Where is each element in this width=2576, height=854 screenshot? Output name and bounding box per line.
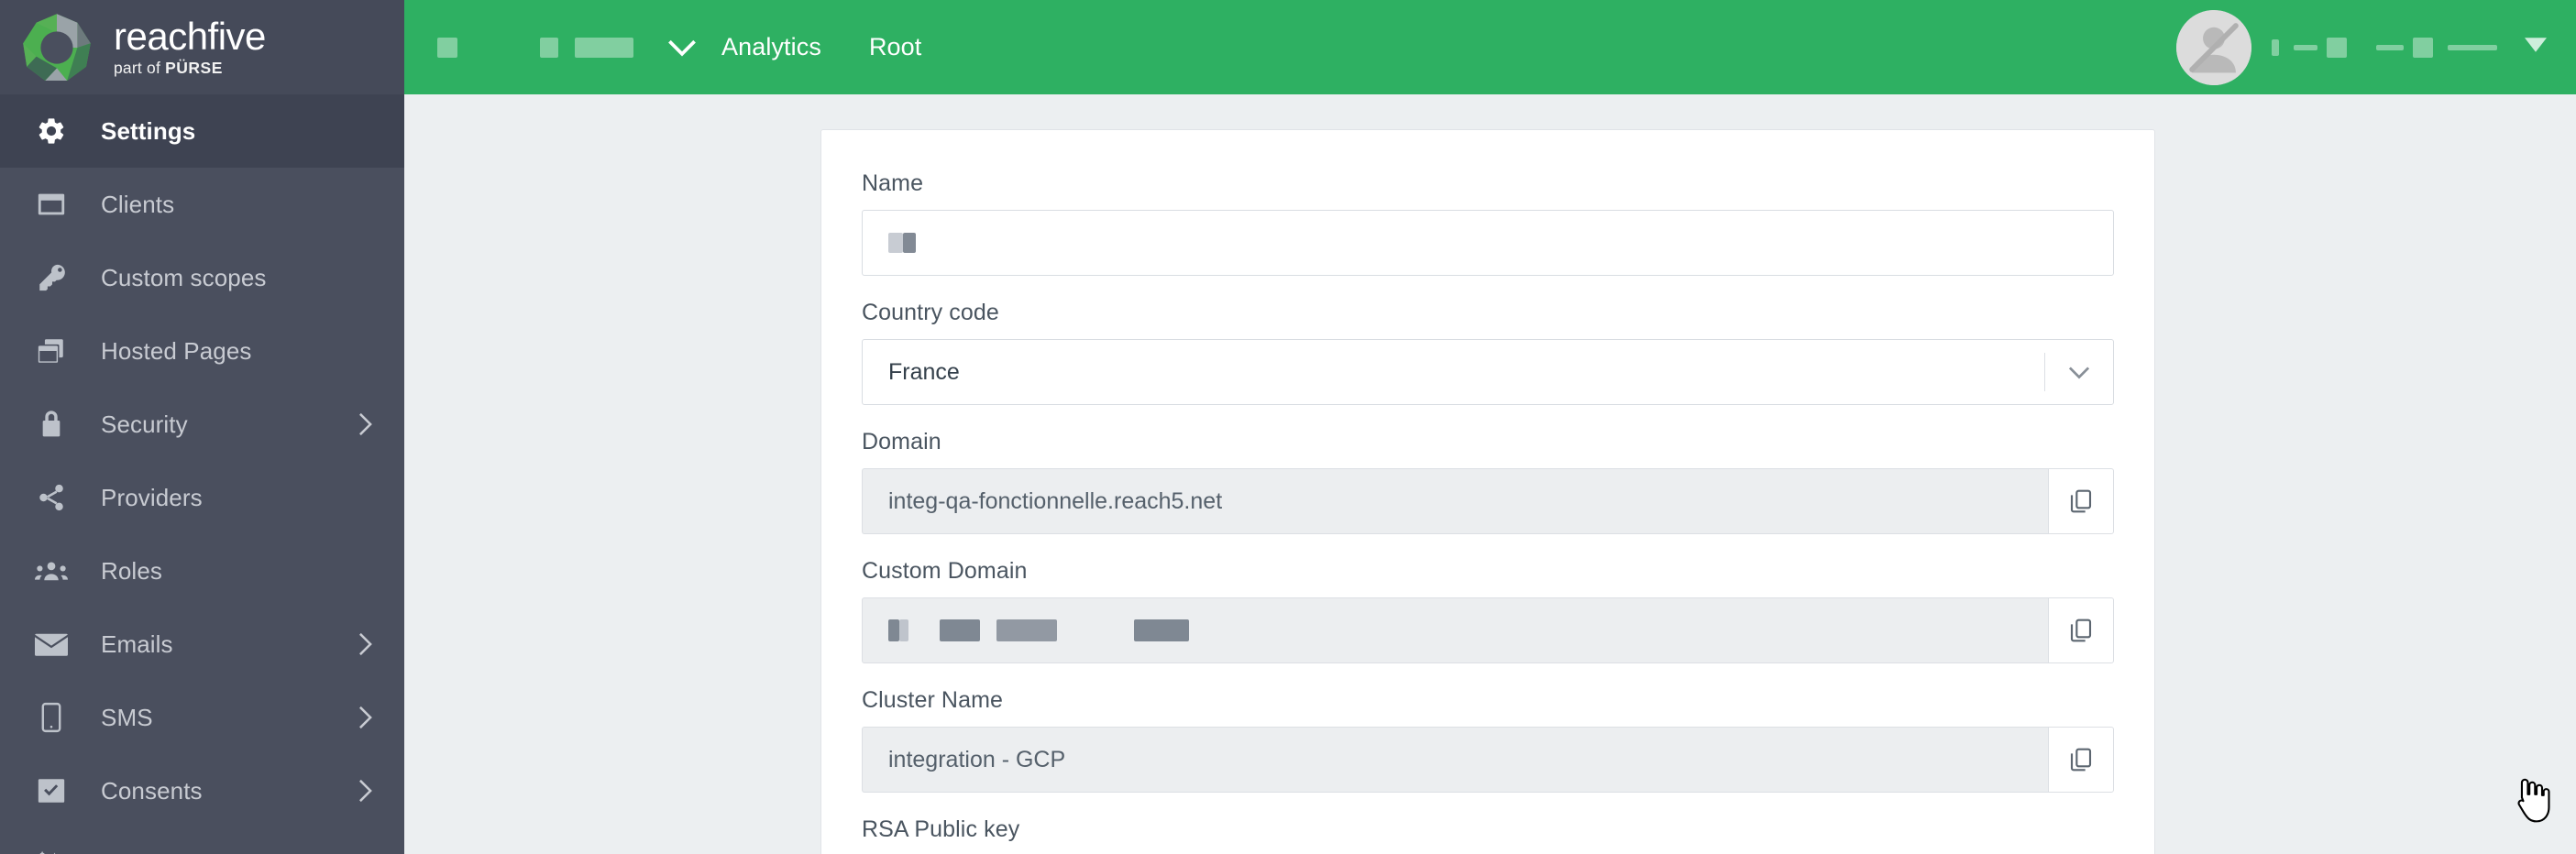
sidebar-nav: Settings Clients Custom scopes Hosted Pa…	[0, 94, 404, 854]
sidebar-item-clients[interactable]: Clients	[0, 168, 404, 241]
redacted-block	[888, 619, 899, 641]
sidebar-item-label: Settings	[101, 116, 196, 145]
nav-link-analytics[interactable]: Analytics	[721, 33, 821, 61]
sidebar-item-label: Clients	[101, 190, 175, 218]
app-root: reachfive part of PÜRSE Settings Clients…	[0, 0, 2576, 854]
sidebar-item-custom-scopes[interactable]: Custom scopes	[0, 241, 404, 314]
chevron-down-icon[interactable]	[2045, 340, 2113, 404]
chevron-down-icon[interactable]	[666, 38, 698, 58]
field-label: Country code	[862, 300, 999, 325]
nav-link-root[interactable]: Root	[869, 33, 921, 61]
brand-tagline: part of PÜRSE	[114, 58, 223, 77]
sidebar-item-label: Roles	[101, 556, 162, 585]
chevron-right-icon	[357, 704, 373, 731]
people-icon	[35, 554, 68, 587]
checkbox-icon	[35, 774, 68, 807]
field-label: Name	[862, 170, 924, 196]
field-label: Custom Domain	[862, 558, 1028, 584]
sidebar-item-hosted-pages[interactable]: Hosted Pages	[0, 314, 404, 388]
sidebar-item-security[interactable]: Security	[0, 388, 404, 461]
layers-window-icon	[35, 334, 68, 367]
field-country-code: Country code France	[862, 300, 2114, 405]
redacted-block	[903, 233, 916, 253]
redacted-block	[575, 37, 633, 58]
sidebar-item-consents[interactable]: Consents	[0, 754, 404, 827]
redacted-block	[437, 37, 457, 58]
redacted-block	[2294, 44, 2317, 50]
sidebar-item-label: Consents	[101, 776, 203, 805]
field-name: Name	[862, 170, 2114, 276]
sidebar-item-label: Providers	[101, 483, 203, 511]
country-code-select[interactable]: France	[862, 339, 2114, 405]
select-value: France	[888, 358, 960, 385]
field-domain: Domain integ-qa-fonctionnelle.reach5.net	[862, 429, 2114, 534]
field-label: Domain	[862, 429, 941, 454]
redacted-block	[996, 619, 1057, 641]
avatar[interactable]	[2176, 9, 2251, 85]
custom-domain-value	[862, 597, 2048, 663]
share-icon	[35, 481, 68, 514]
magic-wand-icon	[35, 848, 68, 854]
window-icon	[35, 188, 68, 221]
field-rsa-public-key: RSA Public key	[862, 816, 2114, 843]
redacted-block	[1134, 619, 1189, 641]
lock-icon	[35, 408, 68, 441]
mobile-phone-icon	[35, 701, 68, 734]
brand-text: reachfive part of PÜRSE	[114, 14, 266, 78]
main-area: Analytics Root Name Country code France …	[404, 0, 2576, 854]
name-input[interactable]	[862, 210, 2114, 276]
gear-icon	[35, 115, 68, 148]
chevron-right-icon	[357, 777, 373, 805]
key-icon	[35, 261, 68, 294]
field-cluster-name: Cluster Name integration - GCP	[862, 687, 2114, 793]
sidebar: reachfive part of PÜRSE Settings Clients…	[0, 0, 404, 854]
copy-custom-domain-button[interactable]	[2048, 597, 2114, 663]
redacted-block	[2448, 44, 2497, 50]
sidebar-item-settings[interactable]: Settings	[0, 94, 404, 168]
content-scroll-area: Name Country code France Domain integ-qa…	[404, 94, 2576, 854]
chevron-right-icon	[357, 411, 373, 438]
user-menu[interactable]	[2176, 9, 2547, 85]
sidebar-item-label: SMS	[101, 703, 153, 731]
brand-header[interactable]: reachfive part of PÜRSE	[0, 0, 404, 94]
redacted-block	[899, 619, 908, 641]
copy-cluster-name-button[interactable]	[2048, 727, 2114, 793]
copy-domain-button[interactable]	[2048, 468, 2114, 534]
sidebar-item-partial[interactable]	[0, 827, 404, 854]
brand-name: reachfive	[114, 14, 266, 58]
sidebar-item-label: Security	[101, 410, 188, 438]
redacted-block	[2376, 44, 2404, 50]
reachfive-polygon-logo-icon	[20, 11, 94, 84]
sidebar-item-label: Hosted Pages	[101, 336, 252, 365]
envelope-icon	[35, 628, 68, 661]
sidebar-item-sms[interactable]: SMS	[0, 681, 404, 754]
redacted-block	[540, 37, 558, 58]
field-custom-domain: Custom Domain	[862, 558, 2114, 663]
field-label: Cluster Name	[862, 687, 1004, 713]
organization-selector[interactable]	[437, 37, 633, 58]
cluster-name-value: integration - GCP	[862, 727, 2048, 793]
sidebar-item-label: Emails	[101, 630, 173, 658]
sidebar-item-emails[interactable]: Emails	[0, 608, 404, 681]
field-label: RSA Public key	[862, 816, 1020, 842]
redacted-block	[2413, 37, 2433, 58]
redacted-block	[940, 619, 980, 641]
sidebar-item-providers[interactable]: Providers	[0, 461, 404, 534]
redacted-block	[2327, 37, 2347, 58]
user-name-redacted	[2272, 37, 2497, 58]
top-navbar: Analytics Root	[404, 0, 2576, 94]
settings-form-card: Name Country code France Domain integ-qa…	[820, 129, 2155, 854]
redacted-block	[888, 233, 903, 253]
redacted-block	[2272, 38, 2279, 56]
sidebar-item-label: Custom scopes	[101, 263, 267, 291]
chevron-right-icon	[357, 630, 373, 658]
sidebar-item-roles[interactable]: Roles	[0, 534, 404, 608]
caret-down-icon[interactable]	[2525, 38, 2547, 57]
domain-value: integ-qa-fonctionnelle.reach5.net	[862, 468, 2048, 534]
